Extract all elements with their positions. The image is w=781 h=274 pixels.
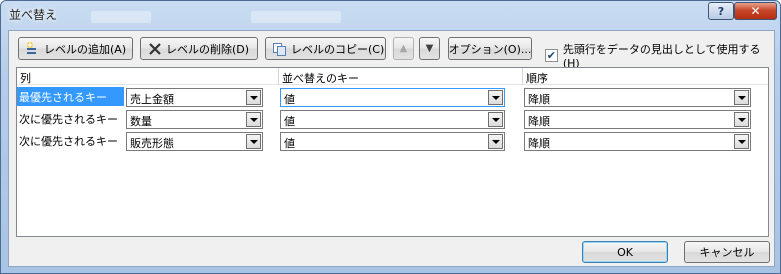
header-row-checkbox[interactable]: ✔ bbox=[545, 49, 558, 62]
move-up-button[interactable]: ▲ bbox=[393, 37, 414, 60]
chevron-down-icon[interactable] bbox=[246, 90, 261, 105]
ok-button[interactable]: OK bbox=[582, 241, 668, 263]
copy-level-label: レベルのコピー(C) bbox=[291, 42, 385, 56]
sort-on-select-value: 値 bbox=[284, 93, 295, 106]
options-label: オプション(O)... bbox=[448, 42, 532, 56]
ok-label: OK bbox=[617, 245, 633, 259]
sort-on-select-value: 値 bbox=[284, 115, 295, 128]
cancel-button[interactable]: キャンセル bbox=[684, 241, 770, 263]
toolbar-separator bbox=[390, 38, 391, 59]
chevron-down-icon[interactable] bbox=[488, 90, 503, 105]
chevron-down-icon[interactable] bbox=[246, 112, 261, 127]
close-icon: ✕ bbox=[750, 4, 761, 18]
column-select-value: 売上金額 bbox=[130, 93, 174, 106]
column-select[interactable]: 数量 bbox=[126, 110, 263, 129]
cancel-label: キャンセル bbox=[699, 246, 755, 259]
sort-level-row[interactable]: 次に優先されるキー 数量 値 降順 bbox=[17, 109, 768, 131]
sort-on-select-value: 値 bbox=[284, 137, 295, 150]
column-select-value: 数量 bbox=[130, 115, 152, 128]
column-header-sort-on: 並べ替えのキー bbox=[279, 68, 522, 85]
sort-on-select[interactable]: 値 bbox=[280, 132, 505, 151]
sort-on-header-label: 並べ替えのキー bbox=[282, 72, 359, 85]
column-select-value: 販売形態 bbox=[130, 137, 174, 150]
background-blur-text bbox=[251, 11, 341, 23]
column-select[interactable]: 売上金額 bbox=[126, 88, 263, 107]
column-header-order: 順序 bbox=[523, 68, 768, 85]
order-select-value: 降順 bbox=[528, 137, 550, 150]
sort-level-row[interactable]: 次に優先されるキー 販売形態 値 降順 bbox=[17, 131, 768, 153]
column-header-label: 列 bbox=[20, 72, 31, 85]
title-bar[interactable]: 並べ替え ? ✕ bbox=[1, 1, 780, 27]
options-button[interactable]: オプション(O)... bbox=[448, 37, 532, 60]
column-header-column: 列 bbox=[17, 68, 278, 85]
order-select-value: 降順 bbox=[528, 93, 550, 106]
chevron-down-icon[interactable] bbox=[734, 90, 749, 105]
sort-dialog: 並べ替え ? ✕ レベルの追加(A) レベルの削除(D) レベルのコピー(C) … bbox=[0, 0, 781, 274]
help-button[interactable]: ? bbox=[708, 2, 734, 20]
chevron-down-icon[interactable] bbox=[488, 112, 503, 127]
delete-level-label: レベルの削除(D) bbox=[166, 42, 250, 56]
sort-levels-grid: 列 並べ替えのキー 順序 最優先されるキー 売上金額 値 降順 次に優先されるキ… bbox=[16, 67, 769, 237]
close-button[interactable]: ✕ bbox=[734, 2, 777, 20]
move-up-icon: ▲ bbox=[399, 43, 408, 54]
sort-on-select[interactable]: 値 bbox=[280, 110, 505, 129]
copy-level-button[interactable]: レベルのコピー(C) bbox=[265, 37, 386, 60]
order-select[interactable]: 降順 bbox=[524, 110, 751, 129]
background-blur-text bbox=[91, 11, 151, 23]
copy-icon bbox=[272, 41, 288, 57]
order-select[interactable]: 降順 bbox=[524, 88, 751, 107]
chevron-down-icon[interactable] bbox=[734, 112, 749, 127]
row-label: 次に優先されるキー bbox=[19, 135, 118, 148]
header-row-label: 先頭行をデータの見出しとして使用する(H) bbox=[562, 43, 761, 70]
add-level-icon bbox=[25, 41, 41, 57]
move-down-button[interactable]: ▼ bbox=[419, 37, 440, 60]
delete-level-button[interactable]: レベルの削除(D) bbox=[140, 37, 258, 60]
add-level-label: レベルの追加(A) bbox=[44, 42, 127, 56]
check-icon: ✔ bbox=[546, 49, 557, 62]
row-label: 次に優先されるキー bbox=[19, 113, 118, 126]
chevron-down-icon[interactable] bbox=[488, 134, 503, 149]
add-level-button[interactable]: レベルの追加(A) bbox=[18, 37, 133, 60]
sort-on-select[interactable]: 値 bbox=[280, 88, 505, 107]
window-title: 並べ替え bbox=[9, 8, 58, 22]
order-select[interactable]: 降順 bbox=[524, 132, 751, 151]
chevron-down-icon[interactable] bbox=[734, 134, 749, 149]
order-header-label: 順序 bbox=[526, 72, 548, 85]
column-select[interactable]: 販売形態 bbox=[126, 132, 263, 151]
header-row-option[interactable]: ✔ 先頭行をデータの見出しとして使用する(H) bbox=[545, 41, 774, 70]
sort-level-row[interactable]: 最優先されるキー 売上金額 値 降順 bbox=[17, 87, 768, 109]
delete-icon bbox=[147, 41, 163, 57]
help-icon: ? bbox=[717, 4, 725, 18]
move-down-icon: ▼ bbox=[425, 43, 434, 54]
chevron-down-icon[interactable] bbox=[246, 134, 261, 149]
order-select-value: 降順 bbox=[528, 115, 550, 128]
row-label: 最優先されるキー bbox=[17, 87, 124, 106]
dialog-body: レベルの追加(A) レベルの削除(D) レベルのコピー(C) ▲ ▼ オプション… bbox=[8, 30, 775, 267]
